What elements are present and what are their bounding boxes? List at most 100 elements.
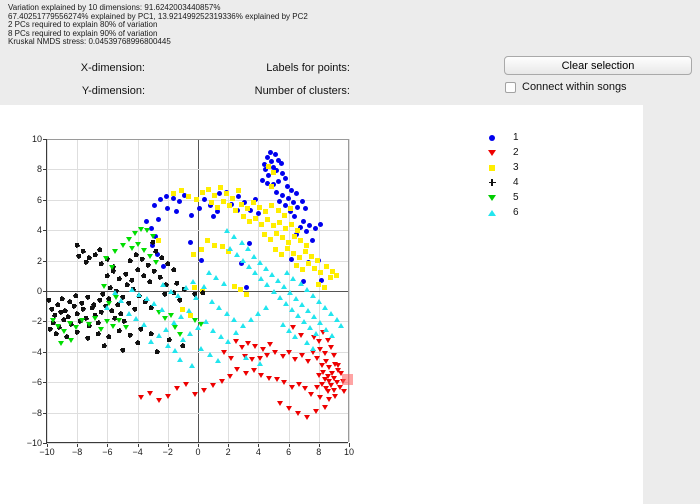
data-point-cluster-3[interactable] <box>240 214 246 220</box>
data-point-cluster-3[interactable] <box>275 207 281 213</box>
data-point-cluster-6[interactable] <box>226 245 233 251</box>
data-point-cluster-6[interactable] <box>262 305 269 311</box>
data-point-cluster-3[interactable] <box>311 265 317 271</box>
data-point-cluster-4[interactable] <box>147 279 153 285</box>
data-point-cluster-6[interactable] <box>300 318 307 324</box>
data-point-cluster-6[interactable] <box>275 277 282 283</box>
data-point-cluster-6[interactable] <box>214 358 221 364</box>
data-point-cluster-3[interactable] <box>322 285 328 291</box>
data-point-cluster-4[interactable] <box>71 303 77 309</box>
data-point-cluster-4[interactable] <box>166 337 172 343</box>
data-point-cluster-3[interactable] <box>287 206 293 212</box>
data-point-cluster-6[interactable] <box>164 343 171 349</box>
data-point-cluster-6[interactable] <box>288 306 295 312</box>
data-point-cluster-3[interactable] <box>233 207 239 213</box>
data-point-cluster-4[interactable] <box>132 306 138 312</box>
data-point-cluster-6[interactable] <box>299 302 306 308</box>
data-point-cluster-1[interactable] <box>289 256 295 262</box>
data-point-cluster-6[interactable] <box>160 282 167 288</box>
data-point-cluster-6[interactable] <box>234 252 241 258</box>
data-point-cluster-3[interactable] <box>218 185 224 191</box>
data-point-cluster-1[interactable] <box>236 194 242 200</box>
data-point-cluster-4[interactable] <box>154 349 160 355</box>
data-point-cluster-1[interactable] <box>286 195 292 201</box>
data-point-cluster-6[interactable] <box>185 308 192 314</box>
data-point-cluster-4[interactable] <box>133 252 139 258</box>
data-point-cluster-1[interactable] <box>177 198 183 204</box>
data-point-cluster-6[interactable] <box>136 291 143 297</box>
data-point-cluster-3[interactable] <box>236 188 242 194</box>
data-point-cluster-1[interactable] <box>307 223 313 229</box>
data-point-cluster-4[interactable] <box>200 290 206 296</box>
data-point-cluster-3[interactable] <box>239 201 245 207</box>
data-point-cluster-5[interactable] <box>101 284 108 290</box>
legend-item-1[interactable]: 1 <box>485 130 519 145</box>
data-point-cluster-5[interactable] <box>78 317 85 323</box>
data-point-cluster-3[interactable] <box>334 273 340 279</box>
data-point-cluster-3[interactable] <box>171 191 177 197</box>
data-point-cluster-3[interactable] <box>251 200 257 206</box>
data-point-cluster-6[interactable] <box>252 270 259 276</box>
data-point-cluster-6[interactable] <box>327 311 334 317</box>
data-point-cluster-6[interactable] <box>202 318 209 324</box>
data-point-cluster-6[interactable] <box>243 355 250 361</box>
data-point-cluster-3[interactable] <box>299 267 305 273</box>
data-point-cluster-4[interactable] <box>123 271 129 277</box>
data-point-cluster-6[interactable] <box>187 331 194 337</box>
data-point-cluster-2[interactable] <box>265 375 272 381</box>
data-point-cluster-3[interactable] <box>237 286 243 292</box>
data-point-cluster-6[interactable] <box>172 347 179 353</box>
data-point-cluster-2[interactable] <box>285 349 292 355</box>
data-point-cluster-6[interactable] <box>176 356 183 362</box>
data-point-cluster-6[interactable] <box>338 323 345 329</box>
data-point-cluster-2[interactable] <box>264 352 271 358</box>
data-point-cluster-1[interactable] <box>187 239 193 245</box>
data-point-cluster-3[interactable] <box>328 274 334 280</box>
data-point-cluster-2[interactable] <box>281 380 288 386</box>
data-point-cluster-6[interactable] <box>128 286 135 292</box>
data-point-cluster-6[interactable] <box>276 294 283 300</box>
data-point-cluster-6[interactable] <box>285 328 292 334</box>
data-point-cluster-4[interactable] <box>104 273 110 279</box>
data-point-cluster-4[interactable] <box>129 277 135 283</box>
data-point-cluster-1[interactable] <box>243 285 249 291</box>
data-point-cluster-4[interactable] <box>120 347 125 353</box>
data-point-cluster-3[interactable] <box>263 209 269 215</box>
data-point-cluster-5[interactable] <box>140 247 147 253</box>
data-point-cluster-3[interactable] <box>246 218 252 224</box>
data-point-cluster-3[interactable] <box>281 212 287 218</box>
data-point-cluster-2[interactable] <box>279 354 286 360</box>
data-point-cluster-6[interactable] <box>303 340 310 346</box>
data-point-cluster-2[interactable] <box>273 377 280 383</box>
data-point-cluster-4[interactable] <box>92 252 98 258</box>
data-point-cluster-1[interactable] <box>216 191 222 197</box>
data-point-cluster-6[interactable] <box>182 285 189 291</box>
data-point-cluster-2[interactable] <box>250 368 257 374</box>
data-point-cluster-6[interactable] <box>240 323 247 329</box>
data-point-cluster-2[interactable] <box>182 381 189 387</box>
data-point-cluster-1[interactable] <box>151 203 157 209</box>
data-point-cluster-5[interactable] <box>60 328 67 334</box>
data-point-cluster-2[interactable] <box>317 395 324 401</box>
data-point-cluster-4[interactable] <box>47 326 53 332</box>
data-point-cluster-6[interactable] <box>117 297 124 303</box>
data-point-cluster-2[interactable] <box>330 352 337 358</box>
data-point-cluster-2[interactable] <box>285 406 292 412</box>
data-point-cluster-3[interactable] <box>283 226 289 232</box>
data-point-cluster-1[interactable] <box>165 206 171 212</box>
data-point-cluster-3[interactable] <box>316 282 322 288</box>
data-point-cluster-2[interactable] <box>226 374 233 380</box>
data-point-cluster-6[interactable] <box>111 290 118 296</box>
data-point-cluster-6[interactable] <box>279 321 286 327</box>
data-point-cluster-4[interactable] <box>67 299 73 305</box>
data-point-cluster-1[interactable] <box>301 218 307 224</box>
data-point-cluster-4[interactable] <box>141 273 147 279</box>
data-point-cluster-4[interactable] <box>80 306 86 312</box>
data-point-cluster-2[interactable] <box>191 392 198 398</box>
data-point-cluster-6[interactable] <box>201 283 208 289</box>
data-point-cluster-6[interactable] <box>148 338 155 344</box>
legend-item-2[interactable]: 2 <box>485 145 519 160</box>
data-point-cluster-6[interactable] <box>151 300 158 306</box>
data-point-cluster-4[interactable] <box>80 248 86 254</box>
data-point-cluster-6[interactable] <box>167 288 174 294</box>
